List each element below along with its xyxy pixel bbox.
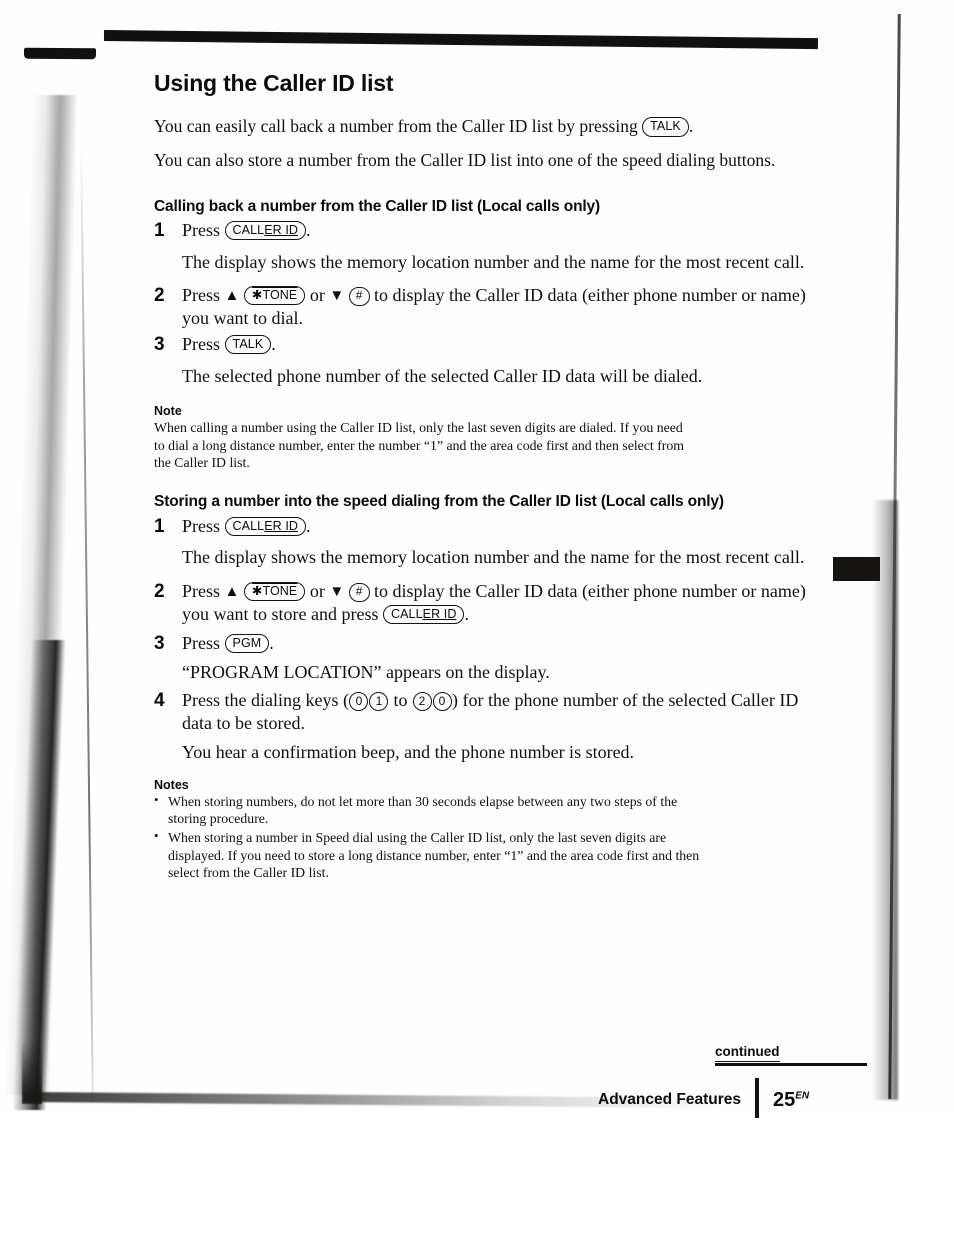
key-caller-id-part1: CALL [390, 606, 423, 621]
page-right-shadow [872, 500, 898, 1100]
list-item: When storing a number in Speed dial usin… [154, 828, 714, 881]
page-number: 25EN [773, 1089, 809, 1112]
footer: Advanced Features 25EN [598, 1078, 809, 1118]
page-bottom-corner-shadow [22, 1040, 42, 1104]
step-number: 2 [154, 580, 165, 602]
step-body: Press PGM. [182, 632, 814, 655]
step-body: Press ▲ ✱TONE or ▼ # to display the Call… [182, 284, 814, 330]
step-number: 2 [154, 284, 165, 306]
note-text: When calling a number using the Caller I… [154, 420, 685, 470]
period: . [269, 632, 274, 653]
notes-list: When storing numbers, do not let more th… [154, 792, 714, 882]
step-storing-1-description: The display shows the memory location nu… [182, 547, 805, 568]
side-tab-label: Advanced Features [833, 677, 954, 756]
key-caller-id-part2: ER ID [264, 518, 299, 533]
heading-storing: Storing a number into the speed dialing … [154, 493, 724, 511]
key-pgm: PGM [224, 633, 270, 654]
page-number-suffix: EN [795, 1089, 810, 1101]
step-body: Press the dialing keys (0 1 to 2 0) for th… [182, 689, 814, 735]
footer-rule [715, 1063, 867, 1066]
step-calling-2: 2 Press ▲ ✱TONE or ▼ # to display the Ca… [154, 284, 814, 330]
heading-calling-back: Calling back a number from the Caller ID… [154, 197, 601, 215]
step-storing-4: 4 Press the dialing keys (0 1 to 2 0) for … [154, 689, 814, 735]
step-storing-1: 1 Press CALLER ID. [154, 515, 814, 539]
step-body: Press CALLER ID. [182, 515, 814, 538]
step-body: Press CALLER ID. [182, 219, 814, 242]
to-label: to [388, 689, 412, 710]
step-number: 1 [154, 515, 165, 537]
key-digit-0b: 0 [432, 691, 452, 711]
step-calling-3: 3 Press TALK. [154, 333, 814, 357]
or-label: or [305, 580, 330, 601]
step-body: Press TALK. [182, 333, 814, 356]
period: . [271, 333, 276, 354]
list-item: When storing numbers, do not let more th… [154, 792, 714, 828]
footer-continued-wrap: continued [715, 1043, 835, 1062]
key-hash: # [348, 286, 370, 306]
key-caller-id: CALLER ID [224, 220, 307, 241]
press-label: Press [182, 219, 225, 240]
key-tone: ✱TONE [243, 581, 306, 602]
step-calling-3-description: The selected phone number of the selecte… [182, 365, 703, 386]
key-digit-1: 1 [369, 691, 389, 711]
intro-1-prefix: You can easily call back a number from t… [154, 116, 643, 136]
step-storing-3: 3 Press PGM. [154, 632, 814, 656]
key-caller-id-part1: CALL [232, 222, 265, 237]
step-number: 3 [154, 333, 165, 355]
key-caller-id-part1: CALL [232, 518, 265, 533]
press-label: Press [182, 284, 225, 305]
top-left-mark [23, 47, 97, 60]
press-label: Press [182, 333, 225, 354]
key-caller-id-part2: ER ID [422, 606, 457, 621]
step-body: Press ▲ ✱TONE or ▼ # to display the Call… [182, 580, 814, 626]
key-digit-2: 2 [412, 691, 432, 711]
side-tab-marker [833, 557, 880, 581]
step-storing-2: 2 Press ▲ ✱TONE or ▼ # to display the Ca… [154, 580, 814, 626]
page-content: Using the Caller ID list You can easily … [154, 70, 814, 883]
key-caller-id-part2: ER ID [264, 222, 299, 237]
page-number-value: 25 [773, 1088, 796, 1111]
key-hash: # [348, 582, 370, 602]
page-title: Using the Caller ID list [154, 70, 394, 96]
step-storing-4-description: You hear a confirmation beep, and the ph… [182, 741, 635, 762]
footer-divider [755, 1078, 759, 1118]
intro-paragraph-2: You can also store a number from the Cal… [154, 149, 776, 170]
press-label: Press [182, 580, 225, 601]
period: . [464, 603, 469, 624]
step-4-prefix: Press the dialing keys ( [182, 689, 349, 710]
key-caller-id: CALLER ID [382, 604, 465, 625]
step-calling-1: 1 Press CALLER ID. [154, 219, 814, 243]
step-storing-3-description: “PROGRAM LOCATION” appears on the displa… [182, 662, 550, 683]
press-label: Press [182, 515, 225, 536]
or-label: or [305, 284, 330, 305]
period: . [306, 219, 311, 240]
step-calling-1-description: The display shows the memory location nu… [182, 251, 805, 272]
key-tone: ✱TONE [243, 285, 306, 306]
key-tone-label: ✱TONE [251, 287, 298, 302]
note-heading: Note [154, 404, 182, 419]
key-caller-id: CALLER ID [224, 516, 307, 537]
key-talk: TALK [642, 117, 689, 137]
press-label: Press [182, 632, 225, 653]
step-number: 1 [154, 219, 165, 241]
down-arrow-icon: ▼ [329, 583, 345, 600]
up-arrow-icon: ▲ [224, 583, 240, 600]
down-arrow-icon: ▼ [329, 287, 345, 304]
note-calling: Note When calling a number using the Cal… [154, 404, 694, 471]
step-number: 4 [154, 689, 165, 711]
key-digit-0: 0 [349, 691, 369, 711]
period: . [306, 515, 311, 536]
intro-paragraph-1: You can easily call back a number from t… [154, 115, 814, 138]
notes-storing: Notes When storing numbers, do not let m… [154, 778, 714, 882]
side-tab: Advanced Features [833, 557, 880, 581]
footer-section-label: Advanced Features [598, 1091, 741, 1108]
up-arrow-icon: ▲ [224, 287, 240, 304]
key-tone-label: ✱TONE [251, 583, 298, 598]
intro-1-suffix: . [688, 116, 694, 136]
step-number: 3 [154, 632, 165, 654]
key-talk: TALK [224, 334, 272, 355]
notes-heading: Notes [154, 777, 189, 792]
continued-label: continued [715, 1044, 780, 1062]
